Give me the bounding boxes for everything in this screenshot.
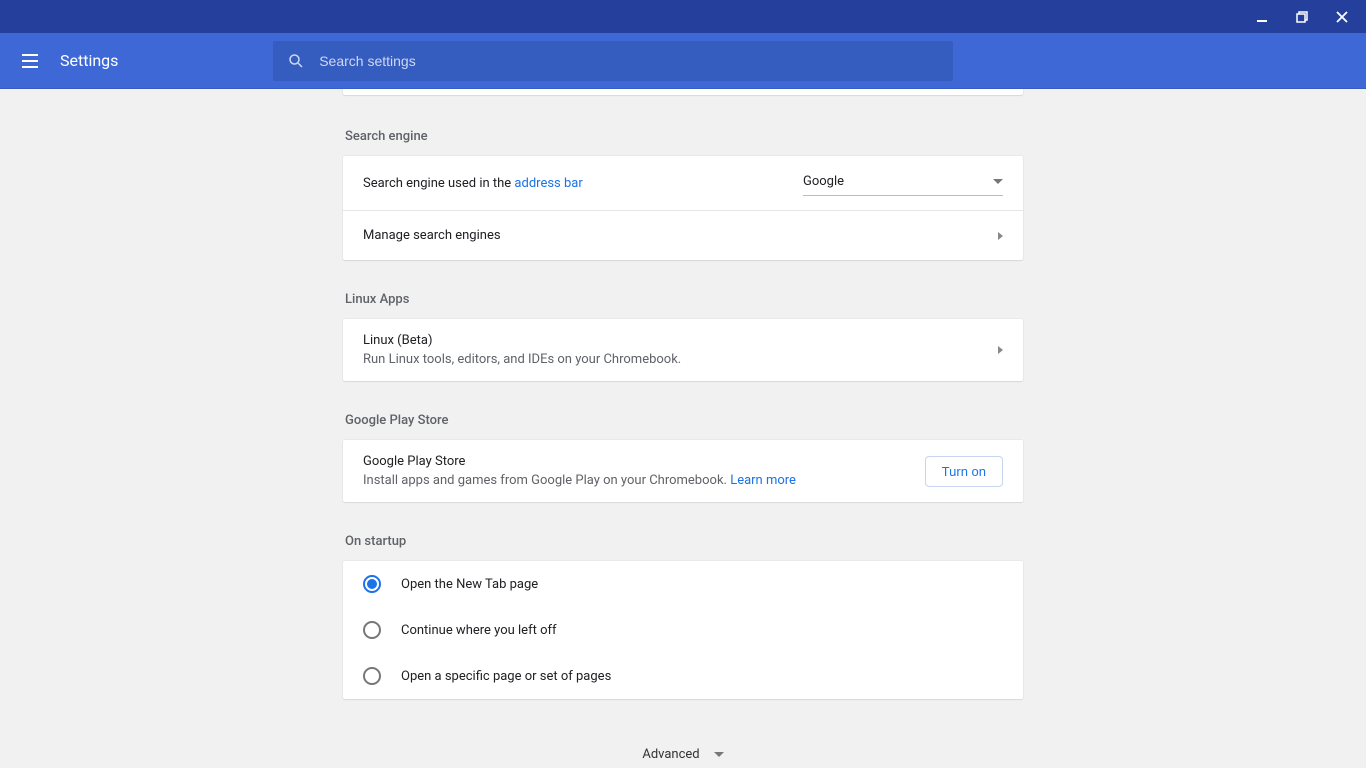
section-title-play-store: Google Play Store (343, 413, 1023, 428)
close-button[interactable] (1322, 0, 1362, 33)
radio-icon (363, 575, 381, 593)
chevron-right-icon (998, 232, 1003, 240)
row-linux-beta[interactable]: Linux (Beta) Run Linux tools, editors, a… (343, 319, 1023, 381)
learn-more-link[interactable]: Learn more (730, 473, 796, 488)
section-title-linux: Linux Apps (343, 292, 1023, 307)
search-bar[interactable] (273, 41, 953, 81)
row-manage-search-engines[interactable]: Manage search engines (343, 210, 1023, 260)
turn-on-button[interactable]: Turn on (925, 456, 1003, 487)
window-titlebar (0, 0, 1366, 33)
section-title-search-engine: Search engine (343, 129, 1023, 144)
minimize-button[interactable] (1242, 0, 1282, 33)
advanced-label: Advanced (642, 747, 699, 762)
row-search-engine-select: Search engine used in the address bar Go… (343, 156, 1023, 210)
maximize-button[interactable] (1282, 0, 1322, 33)
search-input[interactable] (319, 53, 939, 69)
search-engine-label: Search engine used in the address bar (363, 176, 583, 191)
card-startup: Open the New Tab page Continue where you… (343, 561, 1023, 699)
search-icon (287, 52, 305, 70)
play-store-subtitle: Install apps and games from Google Play … (363, 473, 796, 488)
chevron-down-icon (714, 752, 724, 757)
startup-option-continue[interactable]: Continue where you left off (343, 607, 1023, 653)
startup-option-specific-page[interactable]: Open a specific page or set of pages (343, 653, 1023, 699)
linux-title: Linux (Beta) (363, 333, 681, 348)
advanced-toggle[interactable]: Advanced (343, 747, 1023, 762)
chevron-right-icon (998, 346, 1003, 354)
section-title-startup: On startup (343, 534, 1023, 549)
address-bar-link[interactable]: address bar (514, 176, 582, 191)
previous-card-edge (343, 89, 1023, 95)
row-play-store: Google Play Store Install apps and games… (343, 440, 1023, 502)
card-linux: Linux (Beta) Run Linux tools, editors, a… (343, 319, 1023, 381)
radio-icon (363, 621, 381, 639)
play-store-sub-text: Install apps and games from Google Play … (363, 473, 730, 488)
hamburger-icon[interactable] (18, 49, 42, 73)
play-store-title: Google Play Store (363, 454, 796, 469)
startup-option-label: Continue where you left off (401, 623, 557, 638)
chevron-down-icon (993, 179, 1003, 184)
manage-search-engines-label: Manage search engines (363, 228, 501, 243)
card-play-store: Google Play Store Install apps and games… (343, 440, 1023, 502)
startup-option-label: Open a specific page or set of pages (401, 669, 611, 684)
radio-icon (363, 667, 381, 685)
page-title: Settings (60, 51, 118, 70)
app-header: Settings (0, 33, 1366, 89)
startup-option-label: Open the New Tab page (401, 577, 538, 592)
search-engine-dropdown[interactable]: Google (803, 170, 1003, 196)
search-engine-label-text: Search engine used in the (363, 176, 514, 191)
main-content: Search engine Search engine used in the … (0, 89, 1366, 768)
search-engine-selected: Google (803, 174, 844, 189)
card-search-engine: Search engine used in the address bar Go… (343, 156, 1023, 260)
startup-option-new-tab[interactable]: Open the New Tab page (343, 561, 1023, 607)
linux-subtitle: Run Linux tools, editors, and IDEs on yo… (363, 352, 681, 367)
